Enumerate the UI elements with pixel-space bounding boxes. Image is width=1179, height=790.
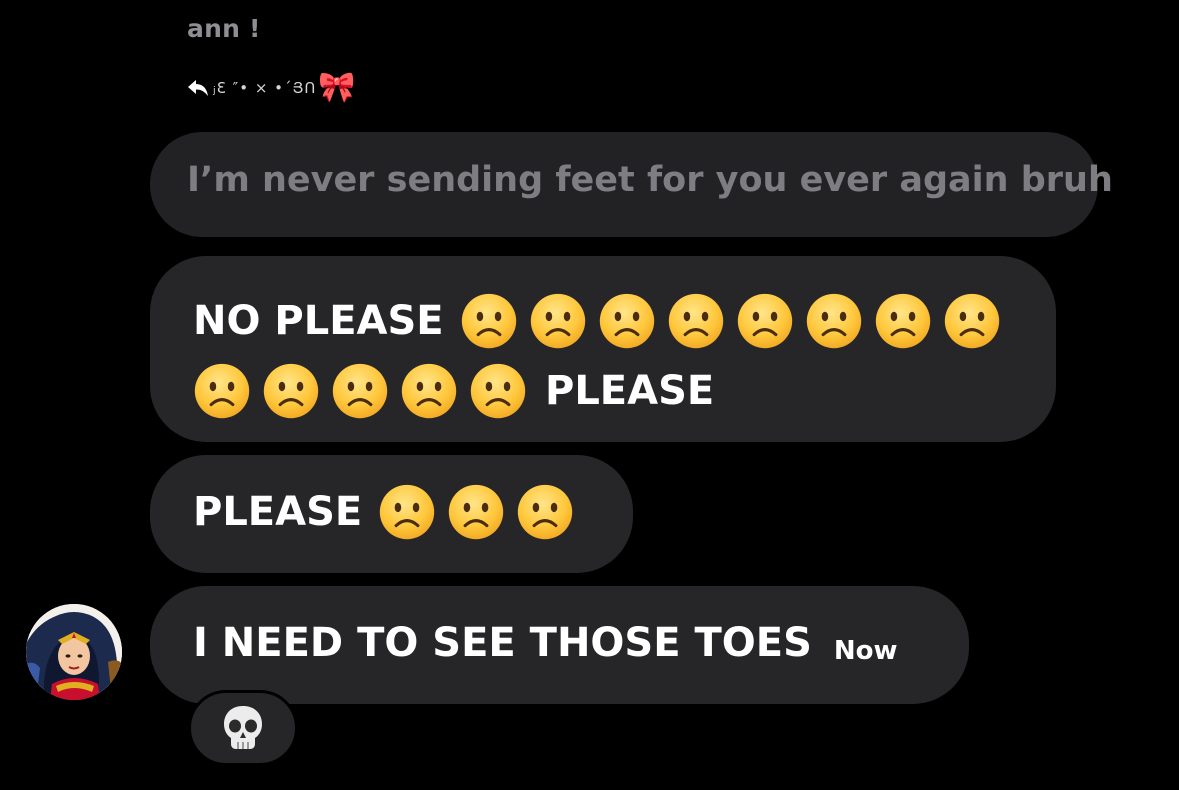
reply-target-name: ⱼƐ ″• × •ˊՅՈ	[213, 79, 317, 97]
quoted-message-text: I’m never sending feet for you ever agai…	[187, 160, 1113, 200]
slightly-frowning-face-icon	[193, 362, 251, 420]
message-text: PLEASE	[545, 368, 715, 414]
reply-arrow-icon	[187, 79, 209, 97]
slightly-frowning-face-icon	[460, 292, 518, 350]
ribbon-bow-icon: 🎀	[318, 70, 356, 105]
slightly-frowning-face-icon	[447, 483, 505, 541]
slightly-frowning-face-icon	[469, 362, 527, 420]
message-bubble[interactable]: PLEASE	[150, 455, 633, 573]
message-bubble[interactable]: I NEED TO SEE THOSE TOES Now	[150, 586, 969, 704]
slightly-frowning-face-icon	[378, 483, 436, 541]
message-text: NO PLEASE	[193, 298, 444, 344]
message-timestamp: Now	[833, 636, 898, 666]
skull-icon	[221, 704, 265, 752]
sender-name: ann !	[187, 14, 261, 43]
slightly-frowning-face-icon	[516, 483, 574, 541]
avatar[interactable]	[26, 604, 122, 700]
slightly-frowning-face-icon	[400, 362, 458, 420]
slightly-frowning-face-icon	[736, 292, 794, 350]
message-text: I NEED TO SEE THOSE TOES	[193, 620, 812, 666]
reaction-badge[interactable]	[188, 690, 298, 766]
slightly-frowning-face-icon	[529, 292, 587, 350]
slightly-frowning-face-icon	[262, 362, 320, 420]
slightly-frowning-face-icon	[874, 292, 932, 350]
slightly-frowning-face-icon	[943, 292, 1001, 350]
quoted-message-bubble[interactable]: I’m never sending feet for you ever agai…	[150, 132, 1113, 237]
slightly-frowning-face-icon	[667, 292, 725, 350]
reply-context[interactable]: ⱼƐ ″• × •ˊՅՈ 🎀	[187, 68, 356, 108]
slightly-frowning-face-icon	[331, 362, 389, 420]
message-bubble[interactable]: NO PLEASE PLEASE	[150, 256, 1056, 442]
slightly-frowning-face-icon	[805, 292, 863, 350]
slightly-frowning-face-icon	[598, 292, 656, 350]
message-text: PLEASE	[193, 489, 363, 535]
